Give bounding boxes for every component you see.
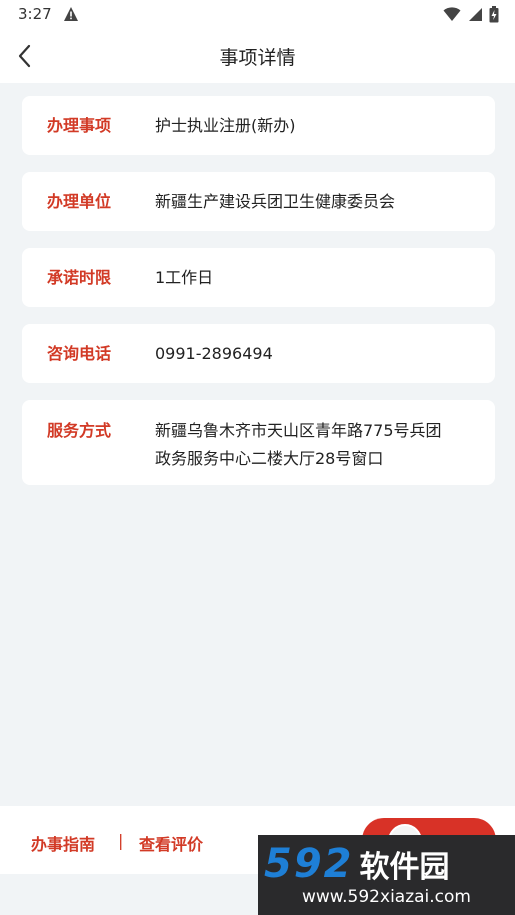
watermark-url: www.592xiazai.com: [302, 887, 471, 907]
detail-value: 1工作日: [155, 267, 214, 287]
battery-icon: [489, 6, 499, 23]
address-line-2: 政务服务中心二楼大厅28号窗口: [155, 449, 384, 468]
detail-card-phone: 咨询电话 0991-2896494: [22, 324, 495, 383]
watermark-number: 592: [264, 841, 354, 887]
status-time: 3:27: [18, 5, 52, 23]
page-title: 事项详情: [219, 47, 296, 69]
detail-label: 承诺时限: [47, 267, 112, 287]
detail-value: 新疆生产建设兵团卫生健康委员会: [155, 191, 396, 211]
status-bar: 3:27: [0, 0, 515, 30]
watermark-logo: 592 软件园 www.592xiazai.com: [258, 835, 515, 915]
detail-label: 服务方式: [47, 421, 112, 440]
separator: |: [118, 831, 124, 850]
wifi-icon: [443, 7, 461, 21]
detail-card-item: 办理事项 护士执业注册(新办): [22, 96, 495, 155]
detail-label: 办理事项: [47, 115, 112, 135]
phone-number[interactable]: 0991-2896494: [155, 340, 483, 368]
detail-card-department: 办理单位 新疆生产建设兵团卫生健康委员会: [22, 172, 495, 231]
detail-card-time-limit: 承诺时限 1工作日: [22, 248, 495, 307]
status-icons: [443, 6, 499, 23]
address-line-1: 新疆乌鲁木齐市天山区青年路775号兵团: [155, 421, 442, 440]
detail-card-service-method: 服务方式 新疆乌鲁木齐市天山区青年路775号兵团 政务服务中心二楼大厅28号窗口: [22, 400, 495, 485]
review-link[interactable]: 查看评价: [139, 831, 203, 855]
signal-icon: [469, 8, 482, 21]
watermark-name: 软件园: [359, 850, 450, 885]
detail-label: 咨询电话: [47, 343, 112, 363]
warning-icon: [64, 7, 78, 21]
navigation-bar: 事项详情: [0, 30, 515, 83]
detail-value: 护士执业注册(新办): [155, 115, 296, 135]
detail-value: 新疆乌鲁木齐市天山区青年路775号兵团 政务服务中心二楼大厅28号窗口: [155, 417, 483, 473]
guide-link[interactable]: 办事指南: [31, 831, 95, 855]
detail-list: 办理事项 护士执业注册(新办) 办理单位 新疆生产建设兵团卫生健康委员会 承诺时…: [22, 96, 495, 502]
detail-label: 办理单位: [47, 191, 112, 211]
